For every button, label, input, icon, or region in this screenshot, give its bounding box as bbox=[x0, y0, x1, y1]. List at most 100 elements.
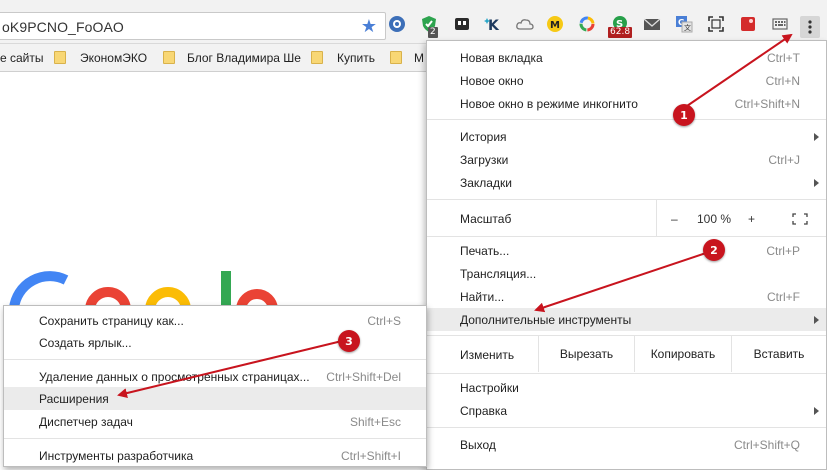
submenu-item-label: Удаление данных о просмотренных страница… bbox=[39, 370, 310, 384]
svg-text:M: M bbox=[550, 20, 560, 31]
menu-item-label: Дополнительные инструменты bbox=[460, 313, 632, 327]
submenu-arrow-icon bbox=[814, 407, 819, 415]
submenu-item-label: Сохранить страницу как... bbox=[39, 314, 184, 328]
bookmark-star-icon[interactable]: ★ bbox=[361, 15, 377, 37]
paste-button-label: Вставить bbox=[753, 347, 805, 361]
folder-icon bbox=[163, 51, 175, 64]
green-shield-extension-icon[interactable]: 2 bbox=[419, 14, 439, 38]
folder-icon bbox=[54, 51, 66, 64]
submenu-item-label: Инструменты разработчика bbox=[39, 449, 194, 463]
menu-item-shortcut: Ctrl+Shift+Q bbox=[733, 438, 800, 452]
callout-badge-2: 2 bbox=[703, 239, 725, 261]
submenu-item-label: Диспетчер задач bbox=[39, 415, 133, 429]
bookmark-item[interactable]: М bbox=[414, 51, 424, 65]
menu-item-downloads[interactable]: Загрузки Ctrl+J bbox=[427, 148, 826, 171]
zoom-level: 100 % bbox=[697, 212, 732, 226]
bookmark-item[interactable]: Купить bbox=[337, 51, 375, 65]
green-shield-badge: 2 bbox=[428, 27, 438, 38]
copy-button[interactable]: Копировать bbox=[634, 336, 731, 372]
submenu-item-label: Создать ярлык... bbox=[39, 336, 132, 350]
menu-item-label: Найти... bbox=[460, 290, 505, 304]
submenu-arrow-icon bbox=[814, 316, 819, 324]
green-s-badge: 62.8 bbox=[608, 27, 633, 38]
menu-zoom-row: Масштаб – 100 % + bbox=[427, 200, 826, 236]
menu-item-more-tools[interactable]: Дополнительные инструменты bbox=[427, 308, 826, 331]
address-bar[interactable]: oK9PCNO_FoOAO ★ bbox=[0, 12, 386, 40]
menu-separator bbox=[427, 373, 826, 374]
menu-item-label: Новое окно в режиме инкогнито bbox=[460, 97, 638, 111]
address-bar-url[interactable]: oK9PCNO_FoOAO bbox=[2, 19, 124, 35]
menu-separator bbox=[427, 119, 826, 120]
submenu-item-create-shortcut[interactable]: Создать ярлык... bbox=[4, 331, 426, 354]
menu-item-exit[interactable]: Выход Ctrl+Shift+Q bbox=[427, 433, 826, 456]
submenu-item-task-manager[interactable]: Диспетчер задач Shift+Esc bbox=[4, 410, 426, 433]
menu-item-incognito[interactable]: Новое окно в режиме инкогнито Ctrl+Shift… bbox=[427, 92, 826, 115]
menu-item-label: Выход bbox=[460, 438, 496, 452]
bookmark-item[interactable]: е сайты bbox=[0, 51, 44, 65]
menu-item-label: Новая вкладка bbox=[460, 51, 543, 65]
bookmark-item[interactable]: Блог Владимира Ше bbox=[187, 51, 301, 65]
menu-item-shortcut: Ctrl+P bbox=[766, 244, 800, 258]
menu-item-shortcut: Ctrl+J bbox=[768, 153, 800, 167]
submenu-item-shortcut: Ctrl+Shift+I bbox=[340, 449, 401, 463]
copy-button-label: Копировать bbox=[650, 347, 716, 361]
fullscreen-icon[interactable] bbox=[792, 213, 808, 225]
browser-toolbar: oK9PCNO_FoOAO ★ 2 K M S 62.8 G文 bbox=[0, 0, 827, 44]
menu-item-label: Новое окно bbox=[460, 74, 524, 88]
submenu-arrow-icon bbox=[814, 133, 819, 141]
zoom-in-button[interactable]: + bbox=[748, 212, 755, 226]
submenu-item-clear-data[interactable]: Удаление данных о просмотренных страница… bbox=[4, 365, 426, 388]
keyboard-extension-icon[interactable] bbox=[770, 14, 790, 34]
menu-item-settings[interactable]: Настройки bbox=[427, 376, 826, 399]
k-sparkle-extension-icon[interactable]: K bbox=[483, 14, 503, 34]
callout-badge-3: 3 bbox=[338, 330, 360, 352]
cut-button[interactable]: Вырезать bbox=[538, 336, 634, 372]
svg-text:K: K bbox=[488, 18, 500, 33]
zoom-label: Масштаб bbox=[460, 212, 512, 226]
mail-extension-icon[interactable] bbox=[642, 14, 662, 34]
menu-item-bookmarks[interactable]: Закладки bbox=[427, 171, 826, 194]
yellow-m-extension-icon[interactable]: M bbox=[545, 14, 565, 34]
menu-item-history[interactable]: История bbox=[427, 125, 826, 148]
color-ring-extension-icon[interactable] bbox=[577, 14, 597, 34]
menu-item-label: Настройки bbox=[460, 381, 519, 395]
menu-item-label: Закладки bbox=[460, 176, 512, 190]
menu-separator bbox=[427, 427, 826, 428]
submenu-item-shortcut: Ctrl+S bbox=[367, 314, 401, 328]
menu-item-find[interactable]: Найти... Ctrl+F bbox=[427, 285, 826, 308]
submenu-item-extensions[interactable]: Расширения bbox=[4, 387, 426, 410]
menu-item-new-tab[interactable]: Новая вкладка Ctrl+T bbox=[427, 46, 826, 69]
zoom-out-button[interactable]: – bbox=[671, 212, 678, 226]
menu-item-help[interactable]: Справка bbox=[427, 399, 826, 422]
menu-item-shortcut: Ctrl+F bbox=[767, 290, 800, 304]
submenu-item-dev-tools[interactable]: Инструменты разработчика Ctrl+Shift+I bbox=[4, 444, 426, 467]
menu-edit-row: Изменить Вырезать Копировать Вставить bbox=[427, 336, 826, 372]
cut-button-label: Вырезать bbox=[559, 347, 614, 361]
chrome-main-menu: Новая вкладка Ctrl+T Новое окно Ctrl+N Н… bbox=[426, 40, 827, 470]
green-s-extension-icon[interactable]: S 62.8 bbox=[608, 14, 633, 38]
dark-square-extension-icon[interactable] bbox=[452, 14, 472, 34]
menu-item-new-window[interactable]: Новое окно Ctrl+N bbox=[427, 69, 826, 92]
chrome-menu-button[interactable] bbox=[800, 16, 820, 38]
menu-item-label: Справка bbox=[460, 404, 508, 418]
svg-text:文: 文 bbox=[684, 23, 691, 32]
bookmark-item[interactable]: ЭкономЭКО bbox=[80, 51, 147, 65]
screenshot-extension-icon[interactable] bbox=[706, 14, 726, 34]
paste-button[interactable]: Вставить bbox=[731, 336, 826, 372]
menu-item-shortcut: Ctrl+Shift+N bbox=[734, 97, 800, 111]
red-square-extension-icon[interactable] bbox=[738, 14, 758, 34]
menu-item-label: Печать... bbox=[460, 244, 510, 258]
submenu-separator bbox=[4, 359, 426, 360]
submenu-item-save-page[interactable]: Сохранить страницу как... Ctrl+S bbox=[4, 309, 426, 332]
edit-label: Изменить bbox=[460, 348, 515, 362]
cloud-extension-icon[interactable] bbox=[515, 14, 535, 34]
blue-circle-extension-icon[interactable] bbox=[387, 14, 407, 34]
folder-icon bbox=[311, 51, 323, 64]
translate-extension-icon[interactable]: G文 bbox=[674, 14, 694, 34]
submenu-arrow-icon bbox=[814, 179, 819, 187]
menu-item-cast[interactable]: Трансляция... bbox=[427, 262, 826, 285]
submenu-item-label: Расширения bbox=[39, 392, 109, 406]
submenu-item-shortcut: Shift+Esc bbox=[349, 415, 401, 429]
menu-item-print[interactable]: Печать... Ctrl+P bbox=[427, 239, 826, 262]
menu-item-label: История bbox=[460, 130, 507, 144]
